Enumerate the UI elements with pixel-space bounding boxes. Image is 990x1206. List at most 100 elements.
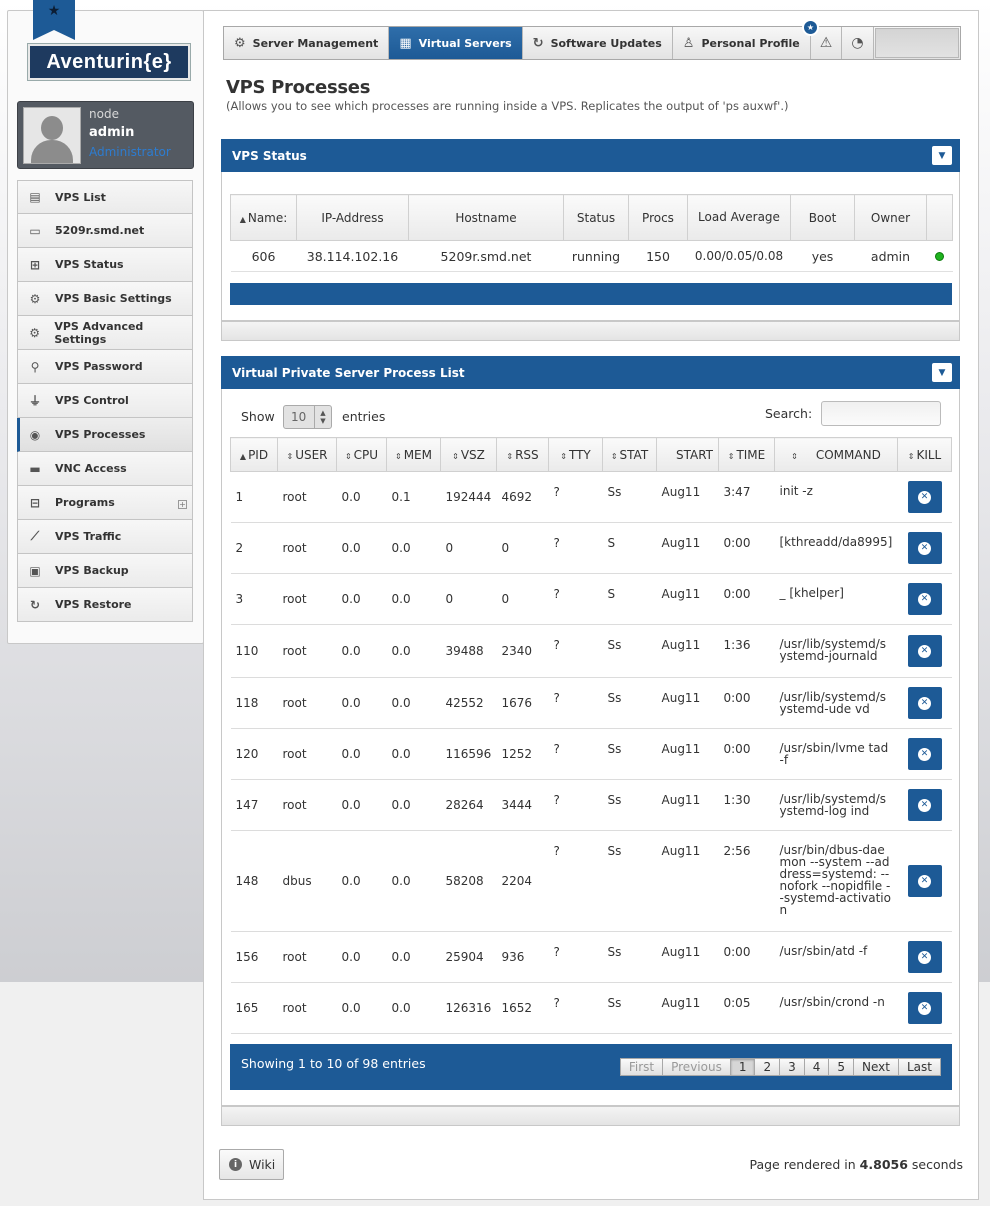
kill-process-button[interactable]: ✕: [907, 583, 942, 615]
cell-user: root: [277, 573, 337, 625]
col-owner[interactable]: Owner: [854, 194, 927, 241]
tab-personal-profile[interactable]: ♙ Personal Profile: [673, 27, 811, 59]
search-input[interactable]: [821, 401, 941, 426]
cell-vsz: 39488: [440, 624, 497, 678]
cell-cpu: 0.0: [336, 931, 387, 983]
kill-process-button[interactable]: ✕: [907, 635, 942, 667]
tab-virtual-servers[interactable]: ▦ Virtual Servers: [389, 27, 523, 59]
kill-process-button[interactable]: ✕: [907, 865, 942, 897]
cell-cpu: 0.0: [336, 728, 387, 780]
sidebar-item-vps-backup[interactable]: ▣ VPS Backup: [17, 554, 193, 588]
col-vsz[interactable]: ⇕ VSZ: [440, 437, 497, 472]
tab-logout[interactable]: ◔: [842, 27, 874, 59]
sidebar-item-vps-advanced-settings[interactable]: ⚙ VPS Advanced Settings: [17, 316, 193, 350]
user-role-link[interactable]: Administrator: [89, 145, 171, 159]
table-row: 118 root 0.0 0.0 42552 1676? Ss Aug11 0:00/usr/l…: [230, 677, 952, 729]
page-previous-button[interactable]: Previous: [663, 1058, 731, 1076]
cell-command: /usr/bin/dbus-daemon --system --address=…: [774, 830, 898, 932]
col-stat[interactable]: ⇕ STAT: [602, 437, 657, 472]
page-4-button[interactable]: 4: [804, 1058, 830, 1076]
page-2-button[interactable]: 2: [755, 1058, 781, 1076]
col-start[interactable]: START: [656, 437, 719, 472]
sidebar-item-vps-basic-settings[interactable]: ⚙ VPS Basic Settings: [17, 282, 193, 316]
page-first-button[interactable]: First: [619, 1058, 664, 1076]
notification-badge[interactable]: ★: [802, 19, 819, 36]
table-pagination-bar: Showing 1 to 10 of 98 entries First Prev…: [230, 1044, 952, 1090]
collapse-toggle-icon[interactable]: ▼: [932, 363, 952, 382]
close-icon: ✕: [918, 950, 931, 964]
cell-stat: Ss: [602, 982, 657, 1034]
cell-rss: 936: [496, 931, 549, 983]
col-command[interactable]: ⇕ COMMAND: [774, 437, 898, 472]
sidebar-item-label: 5209r.smd.net: [55, 224, 145, 237]
sidebar-item-vps-restore[interactable]: ↻ VPS Restore: [17, 588, 193, 622]
kill-process-button[interactable]: ✕: [907, 532, 942, 564]
col-hostname[interactable]: Hostname: [408, 194, 564, 241]
cell-cpu: 0.0: [336, 573, 387, 625]
sidebar-item-vps-status[interactable]: ⊞ VPS Status: [17, 248, 193, 282]
gauge-icon: ◉: [29, 427, 41, 442]
col-load[interactable]: Load Average: [687, 194, 791, 241]
cell-start: Aug11: [656, 624, 719, 678]
brand-logo[interactable]: Aventurin{e}: [28, 44, 190, 80]
col-boot[interactable]: Boot: [790, 194, 855, 241]
sidebar-item-vps-password[interactable]: ⚲ VPS Password: [17, 350, 193, 384]
plug-icon: ⏚: [28, 394, 41, 408]
col-time[interactable]: ⇕ TIME: [718, 437, 775, 472]
cell-user: root: [277, 982, 337, 1034]
cell-stat: Ss: [602, 728, 657, 780]
cell-cpu: 0.0: [336, 522, 387, 574]
sidebar-item-vps-processes[interactable]: ◉ VPS Processes: [17, 418, 193, 452]
kill-process-button[interactable]: ✕: [907, 789, 942, 821]
page-3-button[interactable]: 3: [780, 1058, 805, 1076]
page-1-button[interactable]: 1: [730, 1058, 756, 1076]
cell-mem: 0.0: [386, 522, 441, 574]
status-online-icon: [935, 251, 944, 261]
sidebar-item-vps-control[interactable]: ⏚ VPS Control: [17, 384, 193, 418]
render-suffix: seconds: [911, 1157, 963, 1172]
sidebar-item-label: VPS Restore: [55, 598, 132, 611]
tab-server-management[interactable]: ⚙ Server Management: [224, 27, 390, 59]
sidebar-item-vps-traffic[interactable]: ⟋ VPS Traffic: [17, 520, 193, 554]
tab-software-updates[interactable]: ↻ Software Updates: [523, 27, 673, 59]
col-kill[interactable]: ⇕ KILL: [897, 437, 952, 472]
page-last-button[interactable]: Last: [899, 1058, 941, 1076]
cell-mem: 0.0: [386, 573, 441, 625]
kill-process-button[interactable]: ✕: [907, 738, 942, 770]
kill-process-button[interactable]: ✕: [907, 687, 942, 719]
kill-process-button[interactable]: ✕: [907, 941, 942, 973]
col-name[interactable]: ▲ Name:: [230, 194, 297, 241]
col-mem[interactable]: ⇕ MEM: [386, 437, 441, 472]
sidebar-item-vps-list[interactable]: ▤ VPS List: [17, 180, 193, 214]
sidebar-item-vnc-access[interactable]: ▬ VNC Access: [17, 452, 193, 486]
col-rss[interactable]: ⇕ RSS: [496, 437, 549, 472]
process-table: ▲ PID ⇕ USER ⇕ CPU ⇕ MEM ⇕ VSZ ⇕ RSS ⇕ TTY ⇕ STA…: [230, 437, 952, 1034]
sidebar-item-programs[interactable]: ⊟ Programs +: [17, 486, 193, 520]
wiki-button[interactable]: i Wiki: [219, 1149, 284, 1180]
cell-time: 0:00: [718, 573, 775, 625]
spinner-arrows-icon[interactable]: ▲ ▼: [314, 406, 331, 428]
collapse-toggle-icon[interactable]: ▼: [932, 146, 952, 165]
expand-icon[interactable]: +: [178, 500, 187, 509]
col-ip[interactable]: IP-Address: [296, 194, 409, 241]
col-cpu[interactable]: ⇕ CPU: [336, 437, 387, 472]
col-user[interactable]: ⇕ USER: [277, 437, 337, 472]
kill-process-button[interactable]: ✕: [907, 481, 942, 513]
page-size-value: 10: [291, 410, 307, 424]
page-size-select[interactable]: 10 ▲ ▼: [283, 405, 332, 429]
kill-process-button[interactable]: ✕: [907, 992, 942, 1024]
cell-kill: ✕: [897, 624, 952, 678]
col-status[interactable]: Status: [563, 194, 629, 241]
col-pid[interactable]: ▲ PID: [230, 437, 278, 472]
cell-mem: 0.0: [386, 982, 441, 1034]
cell-pid: 147: [230, 779, 278, 831]
gear-icon: ⚙: [234, 35, 246, 51]
page-5-button[interactable]: 5: [829, 1058, 855, 1076]
col-tty[interactable]: ⇕ TTY: [548, 437, 603, 472]
sidebar-item-hostname[interactable]: ▭ 5209r.smd.net: [17, 214, 193, 248]
cell-mem: 0.0: [386, 624, 441, 678]
table-row: 148 dbus 0.0 0.0 58208 2204? Ss Aug11 2:56/usr/b…: [230, 830, 952, 932]
page-next-button[interactable]: Next: [854, 1058, 899, 1076]
col-procs[interactable]: Procs: [628, 194, 688, 241]
cell-command: /usr/lib/systemd/systemd-log ind: [774, 779, 898, 831]
